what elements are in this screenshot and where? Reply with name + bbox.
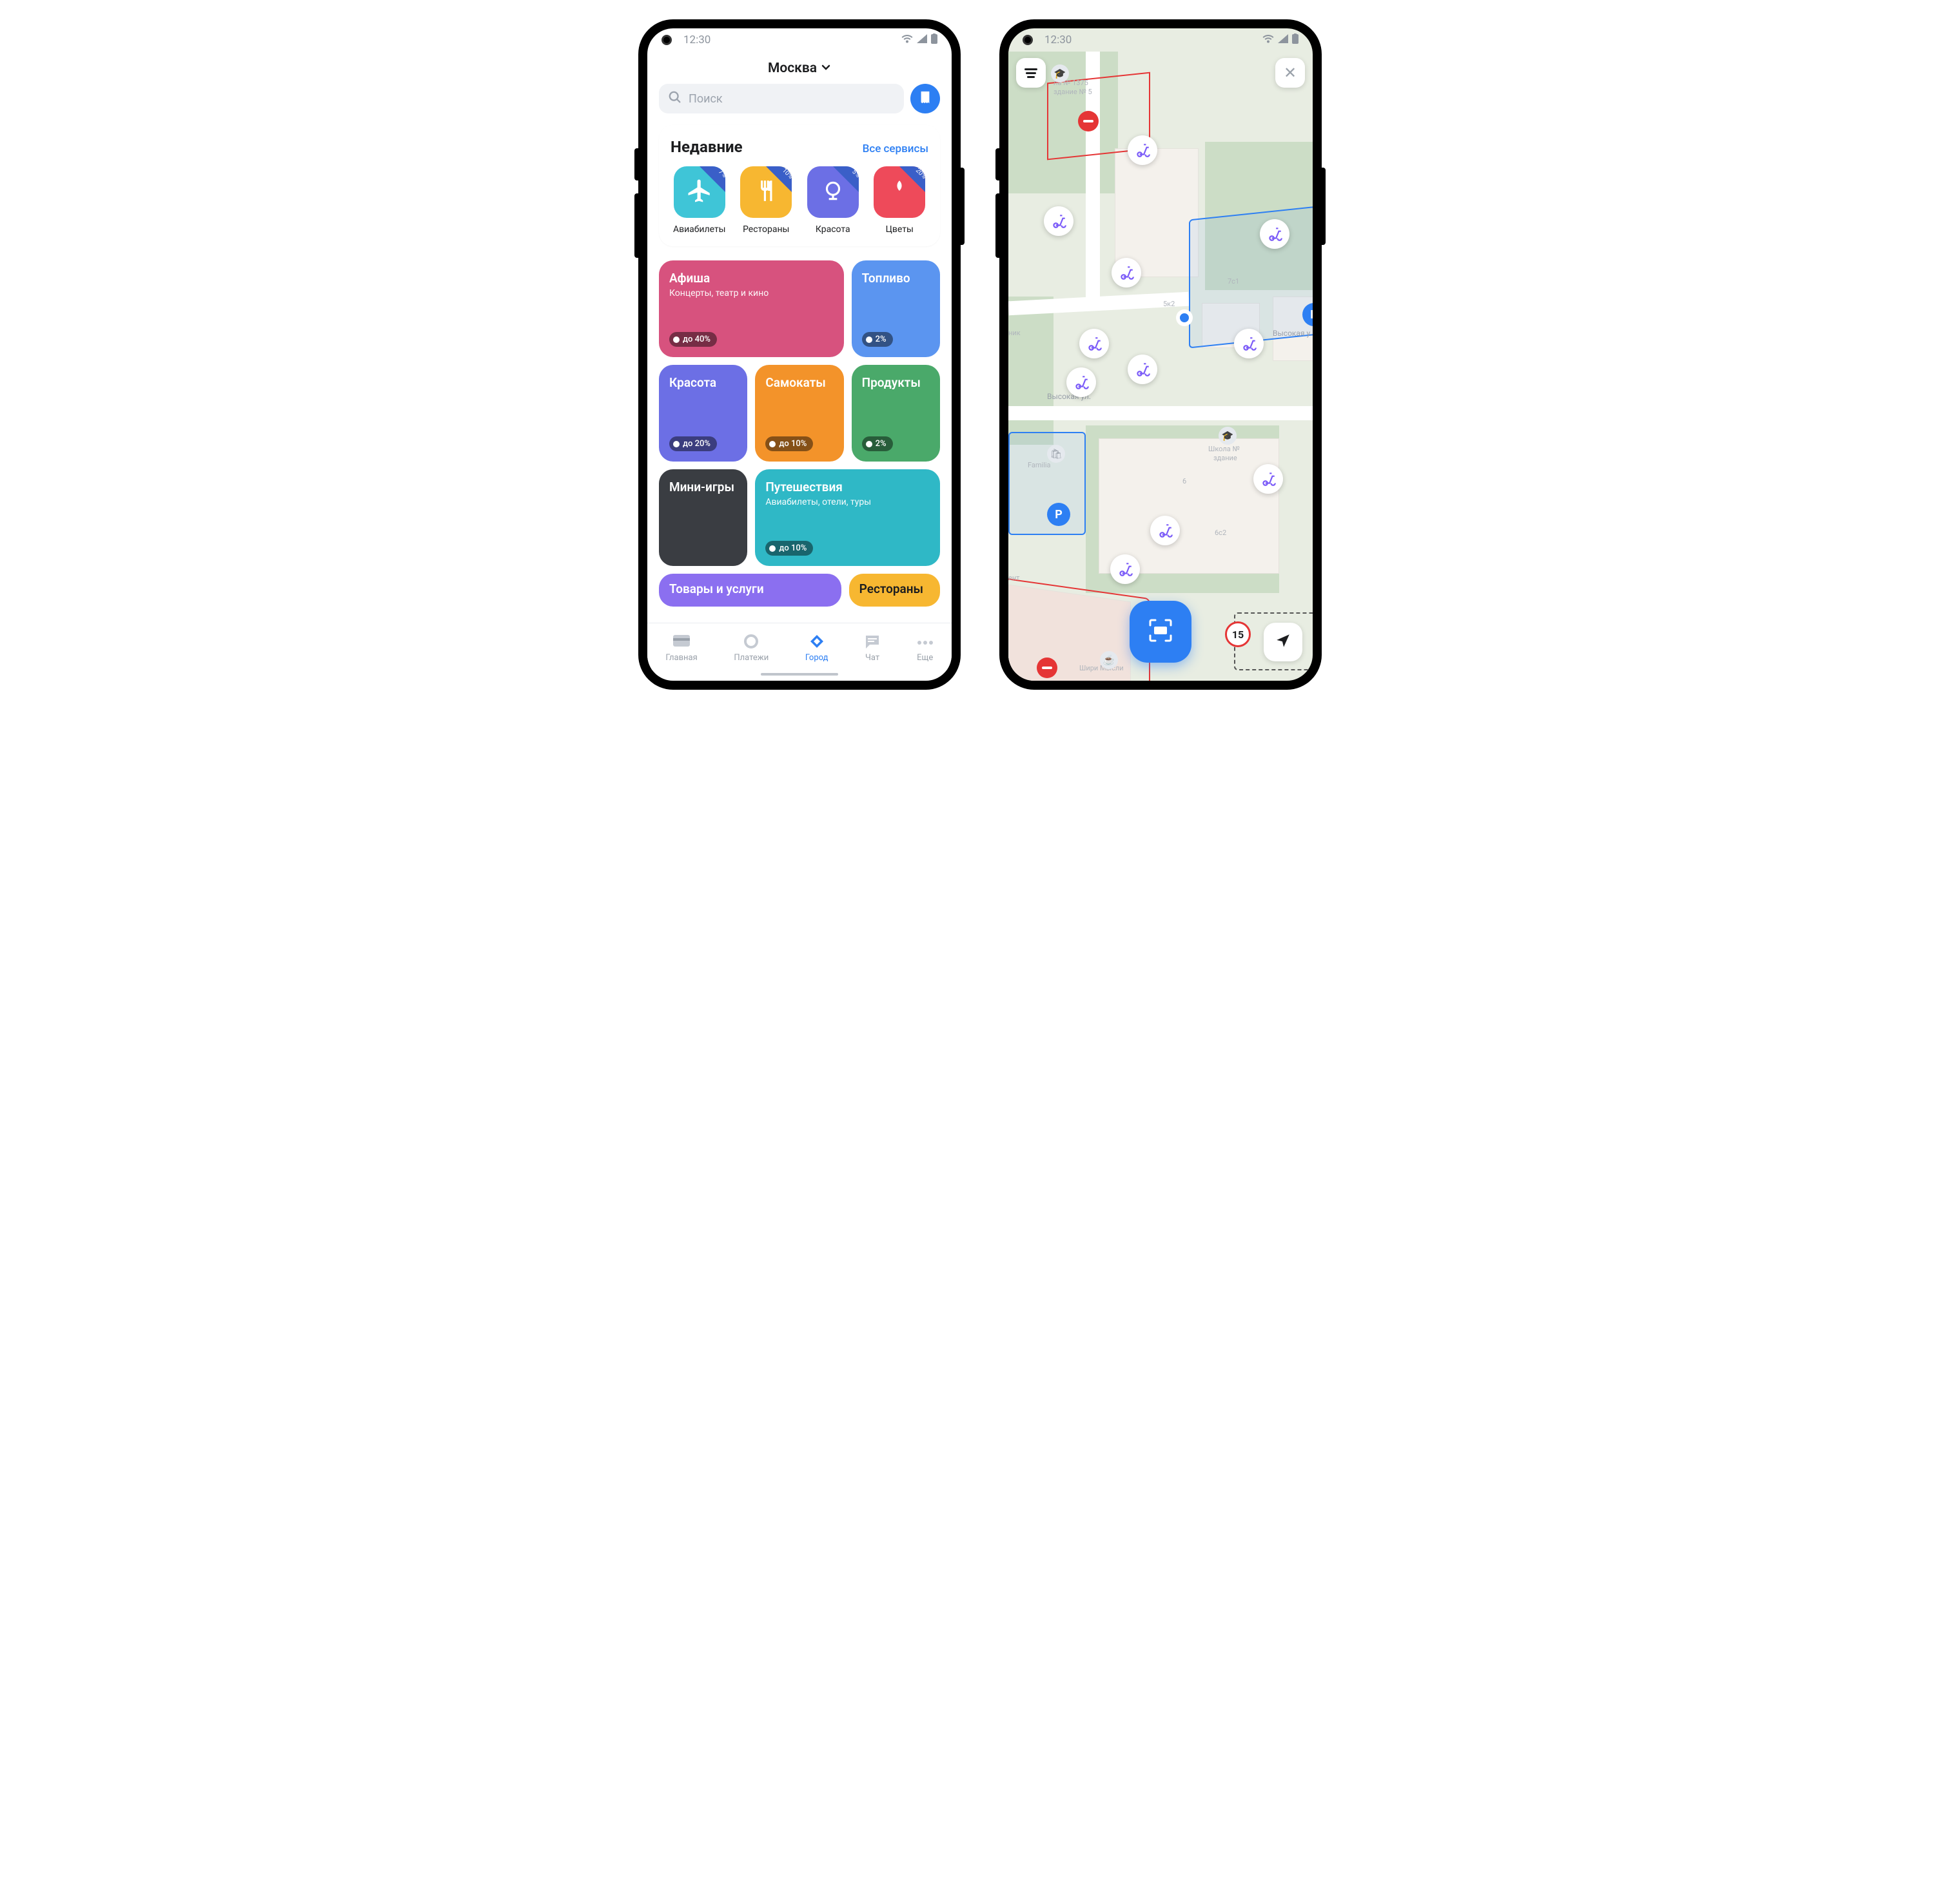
tab-more[interactable]: Еще xyxy=(917,631,934,663)
scooter-pin[interactable] xyxy=(1110,554,1140,584)
qr-scan-icon xyxy=(1146,616,1175,647)
camera-cutout xyxy=(662,35,672,45)
status-time: 12:30 xyxy=(683,34,710,46)
menu-button[interactable] xyxy=(1016,58,1046,88)
poi-label: Familia xyxy=(1028,461,1051,469)
parking-pin[interactable]: P xyxy=(1047,503,1070,526)
location-arrow-icon xyxy=(1275,632,1291,652)
shop-marker-icon: 🛍 xyxy=(1047,445,1065,463)
scooter-pin[interactable] xyxy=(1112,258,1141,287)
school-marker-icon: 🎓 xyxy=(1051,64,1069,83)
recent-item-beauty[interactable]: 5% Красота xyxy=(804,166,862,235)
scooter-pin[interactable] xyxy=(1253,464,1283,494)
bldg-number: 6 xyxy=(1182,477,1186,485)
recent-item-restaurants[interactable]: 10% Рестораны xyxy=(738,166,796,235)
home-indicator xyxy=(761,673,838,676)
bldg-number: 7с1 xyxy=(1228,277,1239,286)
recent-title: Недавние xyxy=(671,138,743,156)
city-icon xyxy=(808,633,825,652)
circle-icon xyxy=(744,634,758,651)
chat-icon xyxy=(865,634,880,651)
cashback-badge: 2% xyxy=(862,436,893,451)
category-travel[interactable]: Путешествия Авиабилеты, отели, туры до 1… xyxy=(755,469,940,566)
scooter-pin[interactable] xyxy=(1234,329,1264,358)
search-icon xyxy=(668,90,682,108)
category-beauty[interactable]: Красота до 20% xyxy=(659,365,747,462)
card-icon xyxy=(673,635,690,650)
phone-frame-1: 12:30 Москва xyxy=(638,19,961,690)
phone-frame-2: 12:30 xyxy=(999,19,1322,690)
dots-icon xyxy=(917,638,934,648)
no-entry-pin xyxy=(1037,658,1057,678)
scooter-pin[interactable] xyxy=(1066,367,1096,397)
cashback-badge: до 40% xyxy=(669,332,717,347)
school-sublabel: здание № 5 xyxy=(1054,88,1092,96)
scooter-pin[interactable] xyxy=(1128,135,1157,165)
speed-limit-badge: 15 xyxy=(1225,621,1251,647)
tabbar: Главная Платежи Город Чат Еще xyxy=(647,623,952,670)
no-entry-pin xyxy=(1078,111,1099,132)
recent-item-flowers[interactable]: 20% Цветы xyxy=(871,166,929,235)
search-placeholder: Поиск xyxy=(689,92,723,106)
battery-icon xyxy=(931,34,937,47)
status-bar: 12:30 xyxy=(647,28,952,52)
wifi-icon xyxy=(1262,34,1274,46)
category-afisha[interactable]: Афиша Концерты, театр и кино до 40% xyxy=(659,260,844,357)
school-label: Школа № xyxy=(1208,445,1240,453)
chevron-down-icon xyxy=(821,61,831,76)
street-label: Высокая у xyxy=(1273,329,1310,338)
signal-icon xyxy=(917,34,927,46)
category-scooters[interactable]: Самокаты до 10% xyxy=(755,365,843,462)
status-time: 12:30 xyxy=(1044,34,1072,46)
locate-me-button[interactable] xyxy=(1264,623,1302,661)
tab-main[interactable]: Главная xyxy=(665,631,697,663)
city-name: Москва xyxy=(768,61,817,76)
battery-icon xyxy=(1292,34,1298,47)
cashback-badge: до 20% xyxy=(669,436,717,451)
scooter-pin[interactable] xyxy=(1044,206,1073,236)
all-services-link[interactable]: Все сервисы xyxy=(863,142,928,155)
signal-icon xyxy=(1278,34,1288,46)
category-minigames[interactable]: Мини-игры xyxy=(659,469,747,566)
camera-cutout xyxy=(1023,35,1033,45)
bldg-number: 5к2 xyxy=(1163,300,1175,308)
school-sublabel: здание xyxy=(1213,454,1237,462)
tab-chat[interactable]: Чат xyxy=(865,631,880,663)
scooter-pin[interactable] xyxy=(1128,355,1157,384)
wifi-icon xyxy=(901,34,913,46)
recent-card: Недавние Все сервисы 7% Авиабилеты xyxy=(659,125,940,246)
receipts-button[interactable] xyxy=(910,84,940,113)
cashback-badge: 2% xyxy=(862,332,893,347)
scooter-pin[interactable] xyxy=(1260,219,1289,249)
receipt-icon xyxy=(918,90,932,107)
cashback-badge: до 10% xyxy=(765,541,813,556)
status-bar: 12:30 xyxy=(1008,28,1313,52)
poi-label: ник xyxy=(1008,329,1021,337)
recent-item-flights[interactable]: 7% Авиабилеты xyxy=(671,166,729,235)
cashback-badge: до 10% xyxy=(765,436,813,451)
poi-label: ент xyxy=(1008,574,1019,582)
category-restaurants[interactable]: Рестораны xyxy=(849,574,940,607)
category-fuel[interactable]: Топливо 2% xyxy=(852,260,940,357)
search-input[interactable]: Поиск xyxy=(659,84,904,113)
tab-city[interactable]: Город xyxy=(805,631,828,663)
bldg-number: 6с2 xyxy=(1215,529,1226,537)
scooter-pin[interactable] xyxy=(1150,516,1180,545)
tab-payments[interactable]: Платежи xyxy=(734,631,769,663)
cafe-marker-icon: ☕ xyxy=(1100,651,1118,669)
close-icon: ✕ xyxy=(1284,64,1297,82)
city-selector[interactable]: Москва xyxy=(768,61,831,76)
category-goods[interactable]: Товары и услуги xyxy=(659,574,841,607)
map-view[interactable]: Высокая ул. Высокая у ла № 1375 здание №… xyxy=(1008,52,1313,681)
category-groceries[interactable]: Продукты 2% xyxy=(852,365,940,462)
close-button[interactable]: ✕ xyxy=(1275,58,1305,88)
scooter-pin[interactable] xyxy=(1079,329,1109,358)
my-location-dot xyxy=(1176,309,1193,326)
scan-qr-button[interactable] xyxy=(1130,601,1191,663)
school-marker-icon: 🎓 xyxy=(1219,427,1237,445)
